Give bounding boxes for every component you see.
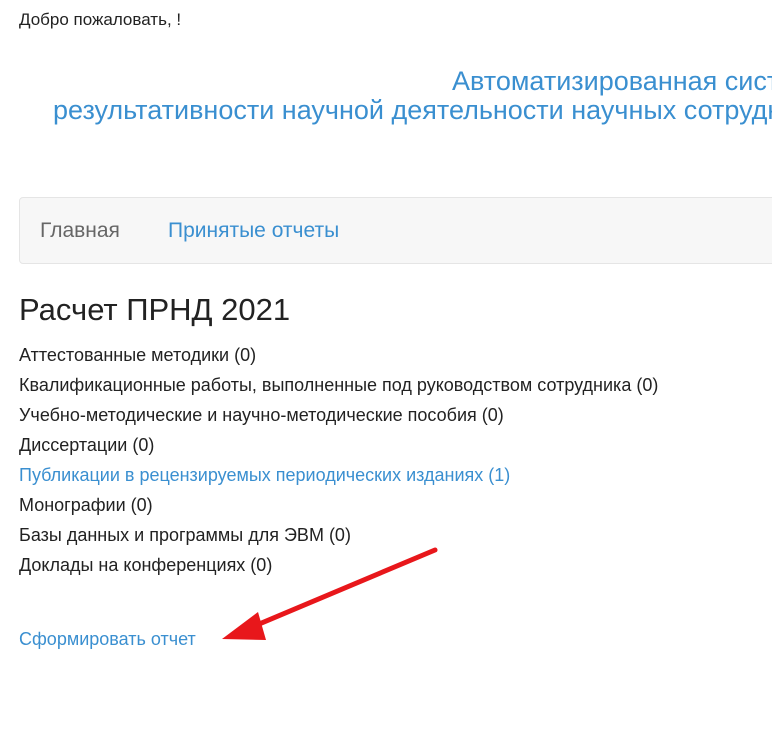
- list-item-qualification-works: Квалификационные работы, выполненные под…: [19, 370, 658, 400]
- list-item-publications: Публикации в рецензируемых периодических…: [19, 460, 658, 490]
- welcome-message: Добро пожаловать, !: [19, 10, 182, 29]
- generate-report-link[interactable]: Сформировать отчет: [19, 624, 196, 654]
- list-item-dissertations: Диссертации (0): [19, 430, 658, 460]
- publications-link[interactable]: Публикации в рецензируемых периодических…: [19, 465, 510, 485]
- app-title: Автоматизированная система результативно…: [0, 66, 772, 132]
- list-item-conference-talks: Доклады на конференциях (0): [19, 550, 658, 580]
- list-item-databases: Базы данных и программы для ЭВМ (0): [19, 520, 658, 550]
- list-item-label: Монографии (0): [19, 495, 153, 515]
- list-item-label: Аттестованные методики (0): [19, 345, 257, 365]
- list-item-certified-methods: Аттестованные методики (0): [19, 340, 658, 370]
- list-item-monographs: Монографии (0): [19, 490, 658, 520]
- nav-accepted-reports[interactable]: Принятые отчеты: [168, 198, 339, 263]
- category-list: Аттестованные методики (0) Квалификацион…: [19, 340, 658, 580]
- app-title-line-2: результативности научной деятельности на…: [53, 95, 772, 125]
- list-item-label: Учебно-методические и научно-методически…: [19, 405, 504, 425]
- list-item-label: Доклады на конференциях (0): [19, 555, 273, 575]
- nav-home[interactable]: Главная: [40, 198, 120, 263]
- top-navbar: Главная Принятые отчеты: [19, 197, 772, 264]
- app-title-line-1: Автоматизированная система: [452, 66, 772, 96]
- list-item-label: Диссертации (0): [19, 435, 155, 455]
- list-item-label: Базы данных и программы для ЭВМ (0): [19, 525, 351, 545]
- page-title: Расчет ПРНД 2021: [19, 292, 291, 327]
- list-item-label: Квалификационные работы, выполненные под…: [19, 375, 659, 395]
- list-item-teaching-manuals: Учебно-методические и научно-методически…: [19, 400, 658, 430]
